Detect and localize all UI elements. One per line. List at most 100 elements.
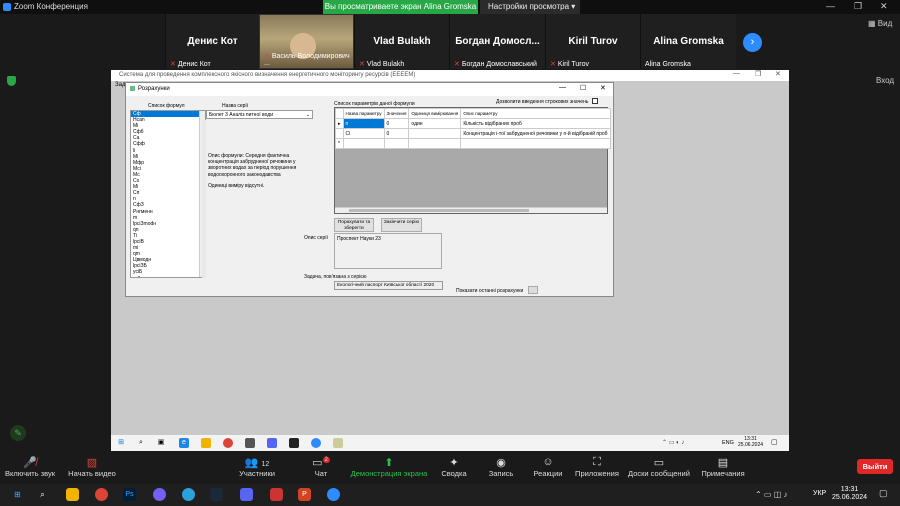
row-header bbox=[335, 108, 344, 119]
chat-button[interactable]: ▭ 2 Чат bbox=[306, 456, 336, 478]
table-cell[interactable]: 0 bbox=[383, 128, 410, 139]
app-close-icon[interactable]: ✕ bbox=[775, 70, 781, 78]
telegram-icon[interactable] bbox=[182, 488, 195, 501]
app-menu[interactable]: Зад bbox=[115, 82, 125, 88]
series-select[interactable]: Бюлет 3 Аналіз питної води ⌄ bbox=[206, 110, 313, 119]
column-header[interactable]: Одиниця вимірювання bbox=[408, 108, 462, 119]
start-icon[interactable]: ⊞ bbox=[116, 438, 126, 448]
task-view-icon[interactable]: ▣ bbox=[156, 438, 166, 448]
leave-button[interactable]: Выйти bbox=[857, 459, 893, 474]
layout-button[interactable]: ▦ Вид bbox=[868, 19, 892, 28]
steam-icon[interactable] bbox=[210, 488, 223, 501]
calc-save-button[interactable]: Порахувати та зберегти bbox=[334, 218, 374, 232]
whiteboards-button[interactable]: ▭ Доски сообщений bbox=[627, 456, 691, 478]
discord-icon[interactable] bbox=[240, 488, 253, 501]
annotate-pen-icon[interactable]: ✎ bbox=[10, 425, 26, 441]
explorer-icon[interactable] bbox=[66, 488, 79, 501]
allow-strings-checkbox[interactable] bbox=[592, 98, 598, 104]
grid-hscrollbar[interactable] bbox=[335, 207, 607, 213]
column-header[interactable]: Назва параметру bbox=[342, 108, 385, 119]
steam-icon[interactable] bbox=[289, 438, 299, 448]
tray-lang[interactable]: ENG bbox=[722, 440, 734, 446]
chrome-icon[interactable] bbox=[95, 488, 108, 501]
apps-button[interactable]: ⛶ Приложения bbox=[574, 456, 620, 478]
table-cell[interactable]: Концентрація і-тої забрудненої речовини … bbox=[460, 128, 611, 139]
enter-button[interactable]: Вход bbox=[876, 76, 894, 85]
table-cell[interactable] bbox=[408, 128, 462, 139]
zoom-icon[interactable] bbox=[327, 488, 340, 501]
series-scrollbar[interactable] bbox=[202, 120, 206, 278]
formula-list-item[interactable]: mФрнг n bbox=[131, 276, 205, 277]
participant-label: ✕ Василь Володимирович ... bbox=[264, 53, 350, 67]
summary-button[interactable]: ✦ Сводка bbox=[437, 456, 471, 478]
formula-listbox[interactable]: Сф Нсаn Мi Сфб Са Сфф li Мi Мфр Мсi Мс Сs Мi Сп n СфЗ Рн… bbox=[130, 110, 206, 278]
participant-tile[interactable]: Богдан Домосл... ✕ Богдан Домославський bbox=[449, 14, 545, 69]
tray-clock[interactable]: 13:31 25.06.2024 bbox=[738, 436, 763, 448]
powerpoint-icon[interactable]: P bbox=[298, 488, 311, 501]
tray-icons[interactable]: ⌃ ▭ ◫ ♪ bbox=[755, 490, 788, 499]
dialog-maximize-icon[interactable]: ☐ bbox=[580, 84, 586, 92]
notification-icon[interactable]: ▢ bbox=[879, 488, 888, 499]
params-grid[interactable]: Назва параметру Значення Одиниця вимірюв… bbox=[334, 107, 611, 214]
column-header[interactable]: Значення bbox=[383, 108, 410, 119]
chrome-icon[interactable] bbox=[223, 438, 233, 448]
start-video-button[interactable]: ▨ Начать видео bbox=[66, 456, 118, 478]
participant-tile[interactable]: Денис Кот ✕ Денис Кот bbox=[165, 14, 259, 69]
participants-button[interactable]: 👥 12 Участники bbox=[232, 456, 282, 478]
close-icon[interactable]: ✕ bbox=[880, 1, 888, 12]
minimize-icon[interactable]: — bbox=[826, 1, 835, 11]
table-cell[interactable]: Кількість відібраних проб bbox=[460, 118, 611, 129]
app-icon[interactable] bbox=[270, 488, 283, 501]
edge-icon[interactable]: e bbox=[179, 438, 189, 448]
participant-tile[interactable]: Vlad Bulakh ✕ Vlad Bulakh bbox=[354, 14, 449, 69]
active-app-icon[interactable] bbox=[333, 438, 343, 448]
table-cell[interactable]: Ci bbox=[342, 128, 385, 139]
notes-button[interactable]: ▤ Примечания bbox=[699, 456, 747, 478]
search-icon[interactable]: ⌕ bbox=[136, 438, 146, 448]
finish-series-button[interactable]: Закінчити серію bbox=[381, 218, 422, 232]
table-cell[interactable]: один bbox=[408, 118, 462, 129]
column-header[interactable]: Опис параметру bbox=[460, 108, 611, 119]
record-button[interactable]: ◉ Запись bbox=[484, 456, 518, 478]
next-page-icon[interactable]: › bbox=[743, 33, 762, 52]
view-options-button[interactable]: Настройки просмотра ▾ bbox=[480, 0, 580, 14]
maximize-icon[interactable]: ❐ bbox=[854, 1, 862, 12]
viber-icon[interactable] bbox=[153, 488, 166, 501]
participant-tile[interactable]: Kiril Turov ✕ Kiril Turov bbox=[545, 14, 640, 69]
scroll-thumb[interactable] bbox=[349, 209, 529, 212]
table-cell[interactable]: 0 bbox=[383, 118, 410, 129]
new-row-icon[interactable]: * bbox=[335, 138, 344, 149]
explorer-icon[interactable] bbox=[201, 438, 211, 448]
app-minimize-icon[interactable]: — bbox=[733, 70, 740, 77]
zoom-titlebar: Zoom Конференция Вы просматриваете экран… bbox=[0, 0, 900, 14]
unit-text: Одиниці виміру відсутні. bbox=[208, 183, 265, 189]
participant-video-tile[interactable]: ✕ Василь Володимирович ... bbox=[259, 14, 354, 69]
app-maximize-icon[interactable]: ❐ bbox=[755, 70, 761, 78]
notification-icon[interactable]: ▢ bbox=[771, 438, 778, 446]
start-icon[interactable]: ⊞ bbox=[11, 488, 24, 501]
zoom-icon[interactable] bbox=[311, 438, 321, 448]
row-pointer-icon[interactable]: ▸ bbox=[335, 118, 344, 129]
zoom-logo-icon bbox=[3, 3, 11, 11]
share-banner: Вы просматриваете экран Alina Gromska bbox=[323, 0, 478, 14]
tray-clock[interactable]: 13:31 25.06.2024 bbox=[832, 486, 867, 502]
tray-lang[interactable]: УКР bbox=[813, 490, 826, 497]
show-last-button[interactable] bbox=[528, 286, 538, 294]
participant-label: ✕ Kiril Turov bbox=[550, 61, 589, 68]
app-icon[interactable] bbox=[245, 438, 255, 448]
task-select[interactable]: Екологічний паспорт Київської області 20… bbox=[334, 281, 443, 290]
series-description-field[interactable]: Проспект Науки 23 bbox=[334, 233, 442, 269]
dialog-app-icon bbox=[130, 86, 135, 91]
dialog-minimize-icon[interactable]: — bbox=[559, 84, 566, 91]
photoshop-icon[interactable]: Ps bbox=[123, 488, 136, 501]
search-icon[interactable]: ⌕ bbox=[36, 488, 49, 501]
reactions-button[interactable]: ☺ Реакции bbox=[530, 456, 566, 478]
participant-tile[interactable]: Alina Gromska Alina Gromska bbox=[640, 14, 736, 69]
tray-icons[interactable]: ⌃ ▭ ◐ ♪ bbox=[662, 439, 684, 446]
share-screen-button[interactable]: ⬆ Демонстрация экрана bbox=[349, 456, 429, 478]
unmute-button[interactable]: 🎤̸ Включить звук bbox=[4, 456, 56, 478]
table-cell[interactable]: n bbox=[342, 118, 385, 129]
mic-muted-icon: ✕ bbox=[264, 53, 270, 60]
discord-icon[interactable] bbox=[267, 438, 277, 448]
dialog-close-icon[interactable]: ✕ bbox=[600, 84, 606, 92]
